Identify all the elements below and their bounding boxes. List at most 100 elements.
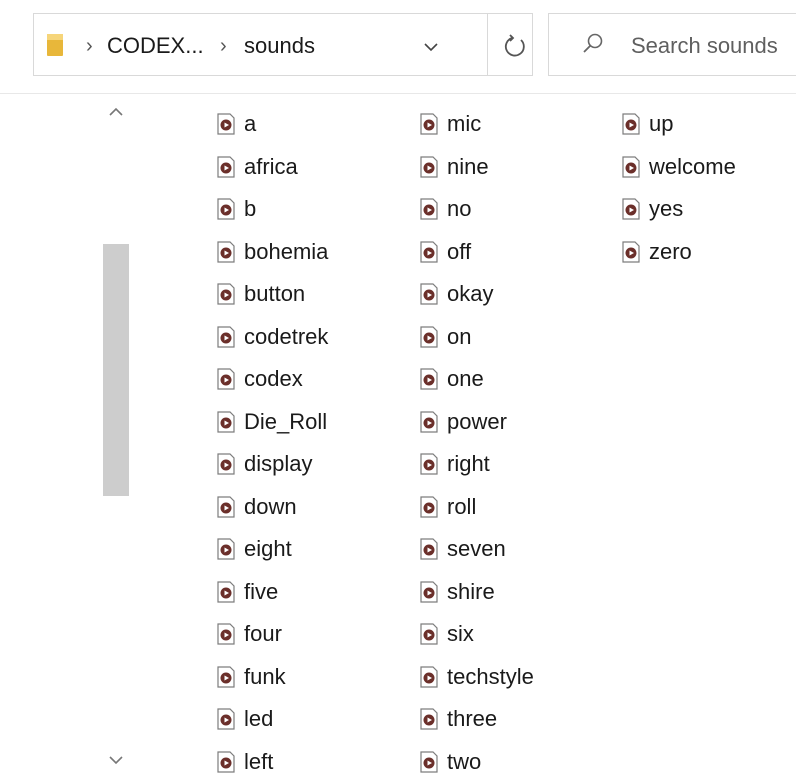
chevron-down-icon[interactable] [422, 38, 440, 56]
file-item[interactable]: okay [418, 274, 493, 314]
file-name: six [447, 621, 474, 646]
audio-file-icon [620, 155, 642, 178]
file-name: codex [244, 366, 303, 391]
file-name: five [244, 578, 279, 604]
file-item[interactable]: yes [620, 189, 683, 229]
audio-file-icon [215, 155, 237, 178]
audio-file-icon [215, 623, 237, 645]
toolbar: › CODEX... › sounds Search sounds [0, 0, 796, 94]
vertical-scrollbar[interactable] [103, 96, 129, 779]
file-item[interactable]: up [620, 104, 673, 144]
file-item[interactable]: zero [620, 232, 692, 272]
address-bar[interactable]: › CODEX... › sounds [33, 13, 533, 76]
search-box[interactable]: Search sounds [548, 13, 796, 76]
file-item[interactable]: led [215, 699, 273, 739]
file-item[interactable]: codetrek [215, 317, 328, 357]
audio-file-icon [418, 198, 440, 220]
file-name: button [244, 281, 306, 306]
file-name: right [447, 451, 490, 476]
file-item[interactable]: welcome [620, 147, 736, 187]
scroll-down-icon[interactable] [103, 750, 129, 770]
folder-icon [47, 34, 63, 56]
file-item[interactable]: mic [418, 104, 481, 144]
file-item[interactable]: nine [418, 147, 489, 187]
file-item[interactable]: one [418, 359, 484, 399]
file-item[interactable]: Die_Roll [215, 402, 327, 442]
file-name: power [447, 408, 507, 434]
audio-file-icon [418, 665, 440, 688]
file-name: one [447, 366, 484, 391]
audio-file-icon [215, 410, 237, 433]
chevron-right-icon[interactable]: › [220, 36, 227, 56]
audio-file-icon [418, 368, 440, 390]
scroll-thumb[interactable] [103, 244, 129, 496]
file-item[interactable]: five [215, 572, 278, 612]
refresh-icon[interactable] [501, 32, 529, 60]
file-name: zero [649, 238, 692, 264]
audio-file-icon [418, 708, 440, 730]
file-item[interactable]: on [418, 317, 471, 357]
file-item[interactable]: seven [418, 529, 506, 569]
file-item[interactable]: bohemia [215, 232, 328, 272]
file-item[interactable]: funk [215, 657, 286, 697]
file-name: a [244, 111, 257, 136]
audio-file-icon [418, 495, 440, 518]
scroll-up-icon[interactable] [103, 102, 129, 122]
file-name: techstyle [447, 663, 534, 689]
file-name: yes [649, 196, 684, 221]
audio-file-icon [418, 283, 440, 305]
file-name: funk [244, 663, 286, 689]
file-item[interactable]: power [418, 402, 507, 442]
file-item[interactable]: no [418, 189, 471, 229]
audio-file-icon [215, 198, 237, 220]
file-item[interactable]: display [215, 444, 312, 484]
file-item[interactable]: off [418, 232, 471, 272]
file-item[interactable]: shire [418, 572, 495, 612]
file-item[interactable]: right [418, 444, 490, 484]
file-name: no [447, 196, 472, 221]
file-name: eight [244, 536, 292, 561]
address-divider [487, 14, 488, 75]
file-name: b [244, 196, 257, 221]
file-name: seven [447, 536, 506, 561]
file-item[interactable]: roll [418, 487, 476, 527]
audio-file-icon [418, 410, 440, 433]
audio-file-icon [215, 495, 237, 518]
file-name: welcome [649, 153, 736, 179]
audio-file-icon [418, 155, 440, 178]
file-item[interactable]: africa [215, 147, 298, 187]
file-item[interactable]: button [215, 274, 305, 314]
file-item[interactable]: a [215, 104, 256, 144]
file-item[interactable]: codex [215, 359, 303, 399]
file-item[interactable]: six [418, 614, 474, 654]
file-name: display [244, 451, 313, 476]
file-item[interactable]: techstyle [418, 657, 534, 697]
file-name: left [244, 748, 274, 774]
file-name: on [447, 323, 472, 349]
chevron-right-icon[interactable]: › [86, 36, 93, 56]
file-name: four [244, 621, 282, 646]
file-name: africa [244, 153, 298, 179]
search-placeholder[interactable]: Search sounds [631, 33, 778, 59]
file-item[interactable]: two [418, 742, 481, 782]
audio-file-icon [215, 538, 237, 560]
file-name: okay [447, 281, 494, 306]
file-item[interactable]: left [215, 742, 273, 782]
file-name: Die_Roll [244, 408, 328, 434]
breadcrumb-codex[interactable]: CODEX... [107, 34, 204, 58]
file-name: shire [447, 578, 495, 604]
audio-file-icon [418, 538, 440, 560]
file-item[interactable]: four [215, 614, 282, 654]
file-name: two [447, 748, 482, 774]
search-icon [583, 33, 603, 53]
file-item[interactable]: down [215, 487, 297, 527]
file-item[interactable]: eight [215, 529, 292, 569]
breadcrumb-sounds[interactable]: sounds [244, 34, 315, 58]
audio-file-icon [418, 623, 440, 645]
file-name: mic [447, 111, 482, 136]
audio-file-icon [215, 283, 237, 305]
file-item[interactable]: three [418, 699, 497, 739]
audio-file-icon [418, 750, 440, 773]
audio-file-icon [620, 113, 642, 135]
file-item[interactable]: b [215, 189, 256, 229]
